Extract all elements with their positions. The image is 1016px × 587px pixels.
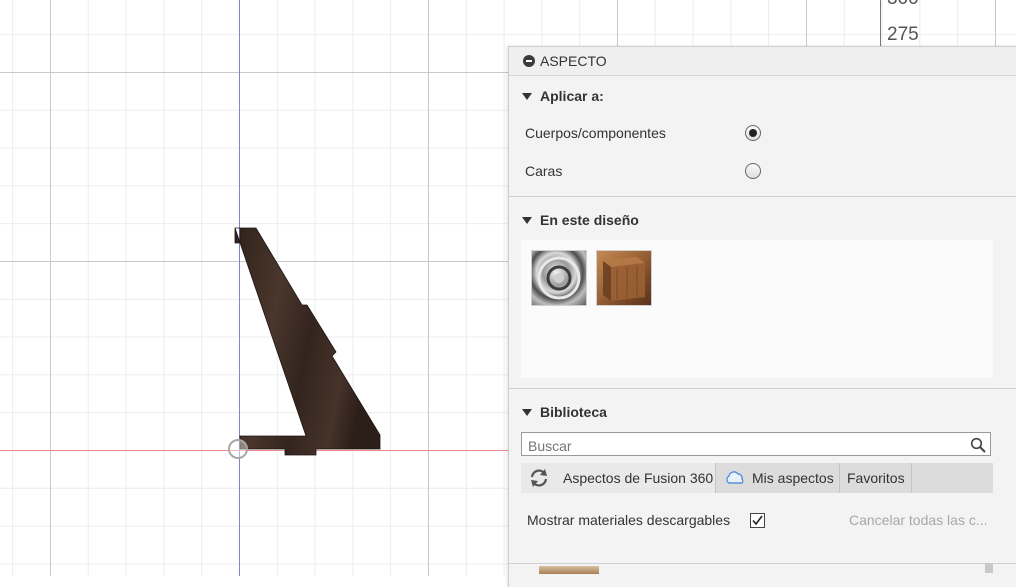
tab-my-appearances-label: Mis aspectos bbox=[752, 470, 834, 486]
faces-radio[interactable] bbox=[745, 163, 761, 179]
bodies-radio[interactable] bbox=[745, 125, 761, 141]
in-design-swatch-list bbox=[521, 240, 993, 378]
cloud-icon bbox=[726, 471, 744, 484]
origin-marker[interactable] bbox=[228, 439, 248, 459]
apply-option-bodies[interactable]: Cuerpos/componentes bbox=[509, 114, 1016, 152]
ruler-line bbox=[880, 0, 881, 46]
show-downloadable-row: Mostrar materiales descargables Cancelar… bbox=[509, 501, 1016, 539]
apply-option-faces[interactable]: Caras bbox=[509, 152, 1016, 190]
cancel-all-downloads-link[interactable]: Cancelar todas las c... bbox=[849, 512, 988, 528]
tab-my-appearances[interactable]: Mis aspectos bbox=[716, 463, 840, 493]
divider bbox=[509, 563, 1016, 564]
tab-fusion-appearances-label: Aspectos de Fusion 360 bbox=[563, 470, 714, 486]
wood-cube-icon bbox=[603, 257, 645, 301]
part-profile[interactable] bbox=[234, 227, 381, 456]
library-item-thumbnail[interactable] bbox=[539, 566, 599, 574]
apply-to-title: Aplicar a: bbox=[540, 88, 604, 104]
library-search-box[interactable] bbox=[521, 432, 991, 456]
search-icon[interactable] bbox=[970, 437, 986, 453]
library-search-input[interactable] bbox=[526, 436, 960, 456]
tab-favorites[interactable]: Favoritos bbox=[840, 463, 912, 493]
library-tabs: Aspectos de Fusion 360 Mis aspectos Favo… bbox=[521, 463, 993, 493]
library-title: Biblioteca bbox=[540, 404, 607, 420]
apply-option-faces-label: Caras bbox=[525, 163, 563, 179]
show-downloadable-label: Mostrar materiales descargables bbox=[527, 512, 731, 528]
wood-appearance-swatch[interactable] bbox=[596, 250, 652, 306]
ruler-value: 275 bbox=[887, 24, 919, 45]
tab-favorites-label: Favoritos bbox=[847, 470, 905, 486]
chrome-sphere-icon bbox=[537, 256, 581, 300]
panel-title: ASPECTO bbox=[540, 53, 607, 69]
in-design-section-header[interactable]: En este diseño bbox=[509, 208, 1016, 232]
expand-triangle-icon bbox=[522, 216, 532, 224]
expand-triangle-icon bbox=[522, 92, 532, 100]
scrollbar-thumb[interactable] bbox=[985, 563, 993, 573]
ruler-value-top: 300 bbox=[887, 0, 919, 10]
in-design-title: En este diseño bbox=[540, 212, 639, 228]
refresh-icon[interactable] bbox=[528, 467, 550, 489]
checkmark-icon bbox=[752, 515, 763, 525]
show-downloadable-checkbox[interactable] bbox=[750, 512, 765, 528]
apply-option-bodies-label: Cuerpos/componentes bbox=[525, 125, 666, 141]
apply-to-section-header[interactable]: Aplicar a: bbox=[509, 84, 1016, 108]
library-section-header[interactable]: Biblioteca bbox=[509, 400, 1016, 424]
expand-triangle-icon bbox=[522, 408, 532, 416]
tab-fusion-appearances[interactable]: Aspectos de Fusion 360 bbox=[521, 463, 716, 493]
collapse-panel-icon[interactable] bbox=[523, 55, 535, 67]
chrome-appearance-swatch[interactable] bbox=[531, 250, 587, 306]
panel-header[interactable]: ASPECTO bbox=[509, 47, 1016, 76]
appearance-panel: ASPECTO Aplicar a: Cuerpos/componentes C… bbox=[508, 46, 1016, 587]
